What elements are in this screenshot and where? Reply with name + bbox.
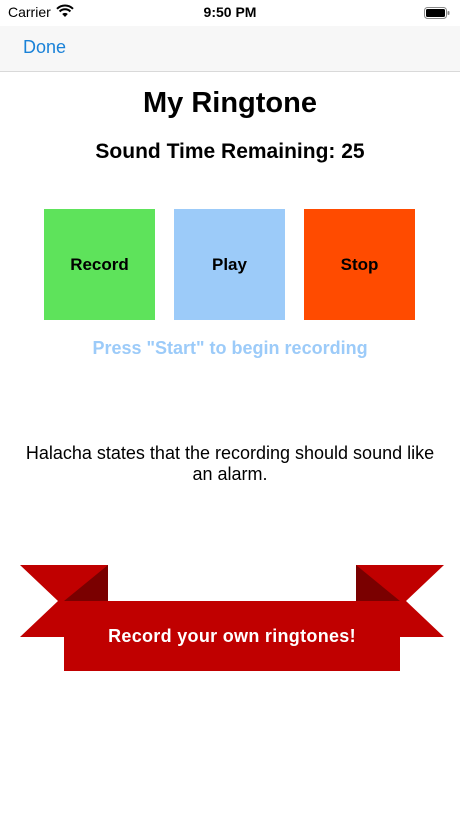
- banner-text: Record your own ringtones!: [108, 625, 356, 646]
- play-button[interactable]: Play: [174, 209, 285, 320]
- recording-hint: Press "Start" to begin recording: [92, 338, 368, 358]
- stop-button[interactable]: Stop: [304, 209, 415, 320]
- status-time: 9:50 PM: [203, 4, 257, 20]
- battery-icon: [424, 6, 450, 19]
- done-button[interactable]: Done: [23, 37, 66, 58]
- nav-bar: Done: [0, 26, 460, 72]
- stop-button-label: Stop: [340, 254, 379, 274]
- page-title: My Ringtone: [143, 87, 317, 119]
- record-button[interactable]: Record: [44, 209, 155, 320]
- halacha-note: Halacha states that the recording should…: [25, 443, 435, 484]
- play-button-label: Play: [212, 254, 247, 274]
- status-bar: Carrier 9:50 PM: [0, 0, 460, 26]
- record-button-label: Record: [70, 254, 129, 274]
- sound-time-remaining: Sound Time Remaining: 25: [95, 140, 365, 163]
